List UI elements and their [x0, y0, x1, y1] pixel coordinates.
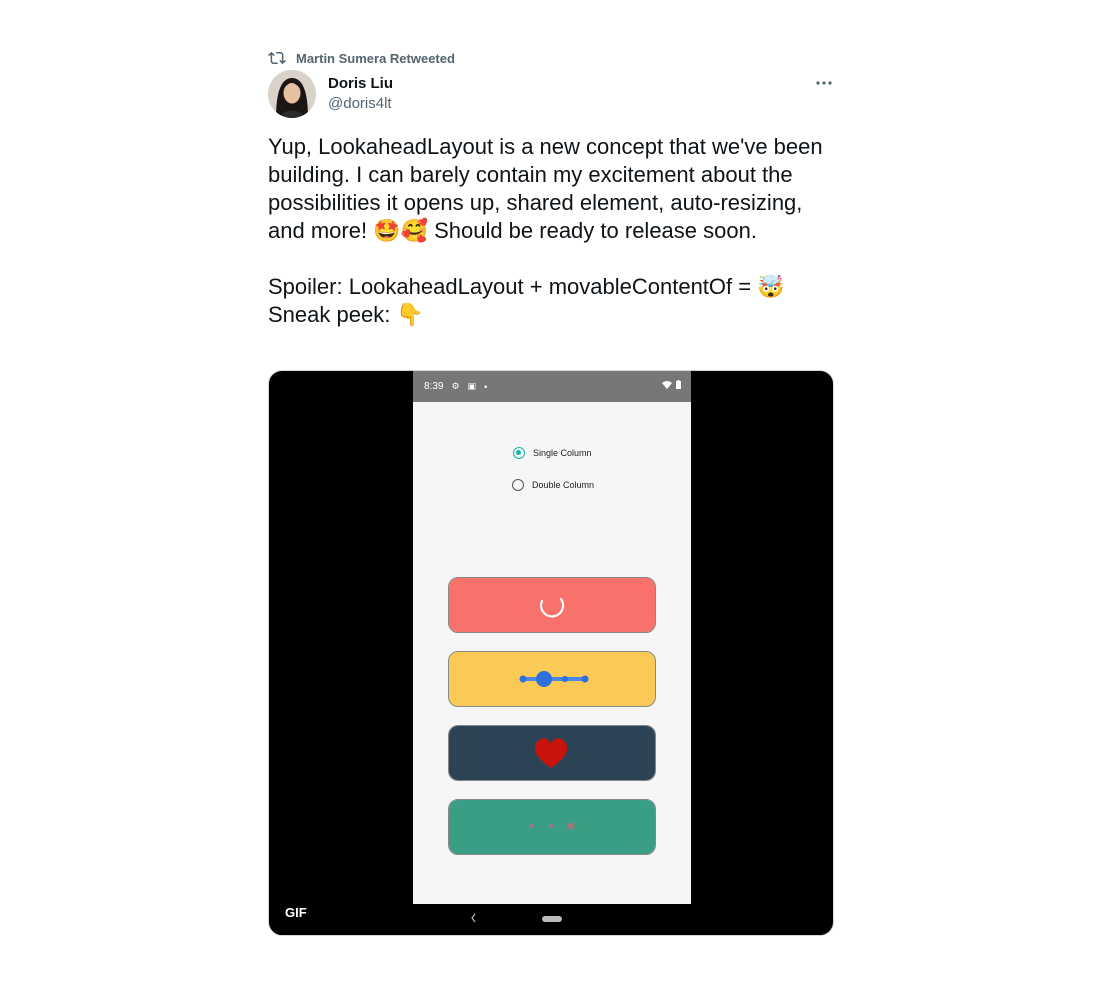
status-time: 8:39	[424, 381, 444, 392]
more-icon	[816, 81, 832, 85]
avatar-image	[268, 70, 316, 118]
more-options-button[interactable]	[814, 74, 834, 92]
radio-label: Double Column	[532, 480, 595, 490]
radio-button[interactable]	[513, 447, 525, 459]
sim-icon: ▣	[467, 381, 477, 391]
radio-button[interactable]	[512, 479, 524, 491]
tweet-line-sneak-peek: Sneak peek: 👇	[268, 302, 424, 327]
card-spinner	[448, 577, 656, 633]
battery-icon	[676, 380, 681, 389]
handle[interactable]: @doris4lt	[328, 94, 393, 114]
android-nav-bar	[413, 904, 691, 935]
retweet-icon	[268, 51, 286, 65]
tweet: Martin Sumera Retweeted Doris Liu @doris…	[268, 0, 834, 986]
loading-spinner-icon	[540, 597, 565, 618]
card-slider	[448, 651, 656, 707]
tweet-text: Yup, LookaheadLayout is a new concept th…	[268, 133, 834, 329]
loading-dots-icon	[529, 822, 575, 830]
settings-icon: ⚙	[451, 381, 460, 391]
tweet-line-spoiler: Spoiler: LookaheadLayout + movableConten…	[268, 274, 785, 299]
heart-icon	[534, 738, 568, 768]
notification-dot-icon: •	[484, 381, 488, 392]
status-bar: 8:39 ⚙ ▣ •	[413, 371, 691, 402]
display-name[interactable]: Doris Liu	[328, 74, 393, 94]
retweet-context[interactable]: Martin Sumera Retweeted	[268, 48, 455, 68]
nav-controls	[471, 913, 562, 923]
card-dots	[448, 799, 656, 855]
app-screen: Single Column Double Column	[413, 402, 691, 904]
radio-single-column[interactable]: Single Column	[513, 447, 592, 459]
tweet-media-gif[interactable]: 8:39 ⚙ ▣ • Single Column Double Column G…	[268, 370, 834, 936]
gif-badge: GIF	[285, 905, 307, 920]
avatar[interactable]	[268, 70, 316, 118]
phone-screen-recording: 8:39 ⚙ ▣ • Single Column Double Column	[413, 371, 691, 935]
slider-icon	[519, 671, 589, 687]
radio-double-column[interactable]: Double Column	[512, 479, 594, 491]
wifi-icon	[662, 380, 672, 389]
tweet-author[interactable]: Doris Liu @doris4lt	[268, 70, 393, 118]
card-heart	[448, 725, 656, 781]
retweet-label: Martin Sumera Retweeted	[296, 50, 455, 66]
tweet-paragraph: Yup, LookaheadLayout is a new concept th…	[268, 134, 823, 243]
radio-label: Single Column	[533, 448, 592, 458]
